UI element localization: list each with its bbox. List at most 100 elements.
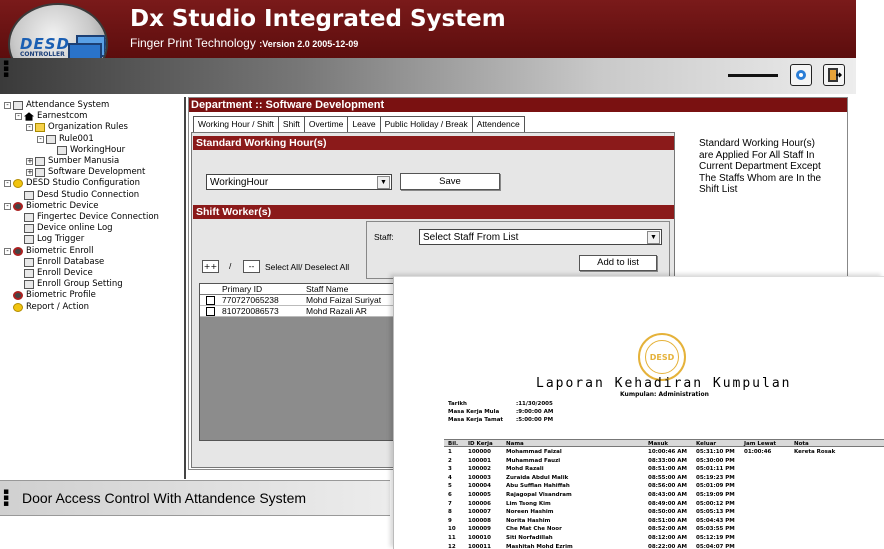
report-cell: 05:19:09 PM	[696, 492, 735, 498]
report-cell: Lim Tsong Kim	[506, 500, 551, 507]
report-cell: 1	[448, 449, 452, 455]
house-icon	[24, 112, 34, 122]
report-cell: 05:04:43 PM	[696, 517, 735, 524]
tree-item[interactable]: Enroll Device	[15, 268, 93, 279]
report-cell: Abu Sufflan Hahiffah	[506, 483, 570, 490]
report-cell: 100000	[468, 449, 491, 455]
report-header-cell: ID Kerja	[468, 440, 493, 447]
tab-public-holiday-break[interactable]: Public Holiday / Break	[379, 116, 473, 132]
circle-icon	[796, 70, 806, 80]
collapse-icon[interactable]: -	[4, 102, 11, 110]
tree-item[interactable]: Report / Action	[4, 302, 89, 313]
tree-item[interactable]: - Biometric Enroll	[4, 246, 93, 257]
document-icon	[24, 235, 34, 245]
collapse-icon[interactable]: -	[26, 124, 33, 132]
grip-handle: ▪ ▪ ▪	[3, 487, 10, 509]
tree-item[interactable]: WorkingHour	[48, 145, 125, 156]
report-cell: 05:05:13 PM	[696, 509, 735, 516]
tree-item[interactable]: - Rule001	[37, 134, 94, 145]
report-cell: 100007	[468, 509, 491, 516]
report-cell: 4	[448, 474, 452, 481]
collapse-icon[interactable]: -	[4, 202, 11, 210]
row-checkbox[interactable]	[206, 307, 215, 316]
document-icon	[24, 269, 34, 279]
report-cell: 08:51:00 AM	[648, 466, 688, 473]
tree-item[interactable]: Log Trigger	[15, 234, 84, 245]
collapse-icon[interactable]: -	[15, 113, 22, 121]
grip-handle[interactable]: ▪ ▪ ▪	[3, 59, 9, 80]
tree-item[interactable]: - DESD Studio Configuration	[4, 178, 140, 189]
exit-door-icon	[828, 68, 842, 82]
document-icon	[24, 280, 34, 290]
save-button[interactable]: Save	[400, 173, 500, 190]
toolbar-divider	[728, 74, 778, 77]
deselect-all-button[interactable]: --	[243, 260, 260, 273]
tree-item-label: DESD Studio Configuration	[26, 178, 140, 189]
report-cell: 11	[448, 535, 456, 541]
report-row: 8 100007 Noreen Hashim 08:50:00 AM 05:05:13 …	[444, 509, 884, 518]
tab-leave[interactable]: Leave	[347, 116, 381, 132]
tree-item-label: Organization Rules	[48, 122, 128, 133]
tree-item[interactable]: Enroll Group Setting	[15, 279, 123, 290]
report-cell: 08:52:00 AM	[648, 526, 688, 533]
tree-item[interactable]: - Earnestcom	[15, 111, 87, 122]
circle-button[interactable]	[790, 64, 812, 86]
report-row: 10 100009 Che Mat Che Noor 08:52:00 AM 05:03…	[444, 526, 884, 535]
tree-item-label: Enroll Database	[37, 256, 105, 267]
tab-attendence[interactable]: Attendence	[471, 116, 525, 132]
report-cell: 9	[448, 517, 452, 524]
tree-item[interactable]: - Attendance System	[4, 100, 109, 111]
collapse-icon[interactable]: -	[37, 135, 44, 143]
exit-button[interactable]	[823, 64, 845, 86]
tree-item-label: Report / Action	[26, 301, 90, 312]
footer-text: Door Access Control With Attandence Syst…	[22, 490, 307, 506]
row-checkbox[interactable]	[206, 296, 215, 305]
report-row: 3 100002 Mohd Razali 08:51:00 AM 05:01:11 PM	[444, 466, 884, 475]
tree-item[interactable]: Enroll Database	[15, 257, 104, 268]
tree-item[interactable]: + Sumber Manusia	[26, 156, 119, 167]
tree-item[interactable]: Biometric Profile	[4, 290, 96, 301]
tree-item[interactable]: Fingertec Device Connection	[15, 212, 159, 223]
report-table-header: Bil. ID Kerja Nama Masuk Keluar Jam Lewat Nota	[444, 439, 884, 447]
report-meta-value: :5:00:00 PM	[516, 417, 554, 423]
tab-shift[interactable]: Shift	[277, 116, 305, 132]
tree-item[interactable]: - Biometric Device	[4, 201, 99, 212]
report-cell: 100004	[468, 483, 491, 490]
tree-item[interactable]: Desd Studio Connection	[15, 190, 139, 201]
add-to-list-button[interactable]: Add to list	[579, 255, 657, 271]
config-icon	[13, 302, 23, 312]
navigation-tree: - Attendance System - Earnestcom - Organizati…	[0, 97, 186, 479]
tree-item[interactable]: - Organization Rules	[26, 122, 128, 133]
staff-label: Staff:	[374, 232, 394, 242]
report-cell: 01:00:46	[744, 449, 772, 455]
report-cell: 3	[448, 466, 452, 473]
collapse-icon[interactable]: -	[4, 247, 11, 255]
working-hour-select[interactable]: WorkingHour ▼	[206, 174, 392, 190]
tab-overtime[interactable]: Overtime	[303, 116, 349, 132]
report-cell: Mashitah Mohd Ezrim	[506, 543, 573, 549]
staff-select[interactable]: Select Staff From List ▼	[419, 229, 662, 245]
report-cell: 05:19:23 PM	[696, 474, 735, 481]
tab-working-hour-shift[interactable]: Working Hour / Shift	[193, 116, 279, 132]
tree-item-label: Rule001	[59, 133, 94, 144]
report-cell: Che Mat Che Noor	[506, 526, 562, 533]
tree-item[interactable]: + Software Development	[26, 167, 145, 178]
expand-icon[interactable]: +	[26, 169, 33, 177]
tree-item[interactable]: Device online Log	[15, 223, 113, 234]
tools-icon	[57, 145, 67, 155]
tree-item-label: Log Trigger	[37, 234, 85, 245]
tree-item-label: Software Development	[48, 167, 146, 178]
tab-bar: Working Hour / Shift Shift Overtime Leave Pu…	[193, 116, 525, 132]
tree-item-label: Biometric Profile	[26, 290, 96, 301]
report-cell: Muhammad Fauzi	[506, 457, 561, 464]
report-cell: 05:00:12 PM	[696, 500, 735, 507]
subtitle-text: Finger Print Technology	[130, 36, 256, 50]
report-cell: Noreen Hashim	[506, 509, 554, 516]
collapse-icon[interactable]: -	[4, 180, 11, 188]
select-all-button[interactable]: ++	[202, 260, 219, 273]
header-staff-name: Staff Name	[306, 284, 349, 294]
report-logo: DESD	[638, 333, 686, 381]
report-meta-label: Masa Kerja Mula	[448, 409, 500, 415]
document-icon	[24, 224, 34, 234]
expand-icon[interactable]: +	[26, 158, 33, 166]
